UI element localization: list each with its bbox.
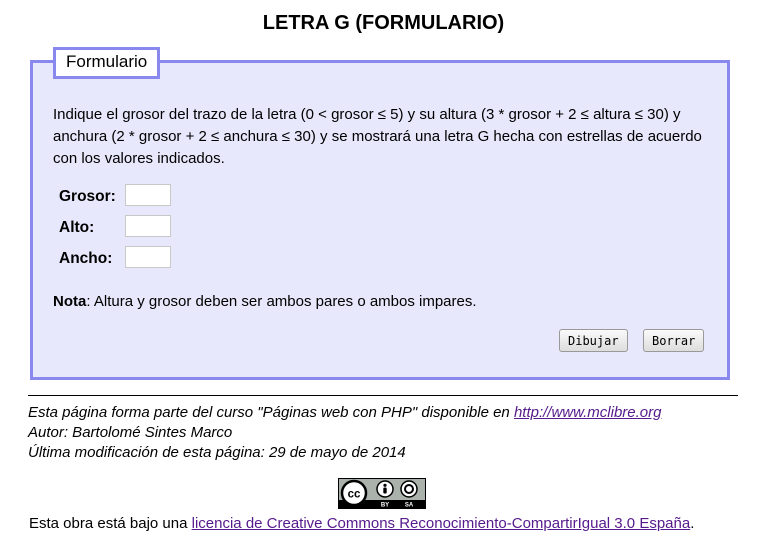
ancho-input[interactable] bbox=[125, 246, 171, 268]
license-prefix: Esta obra está bajo una bbox=[29, 515, 192, 532]
cc-badge-graphic: cc BY SA bbox=[339, 479, 425, 509]
dibujar-button[interactable]: Dibujar bbox=[559, 329, 628, 352]
grosor-label: Grosor: bbox=[59, 188, 116, 205]
alto-label: Alto: bbox=[59, 219, 95, 236]
footer-last-modified: Última modificación de esta página: 29 d… bbox=[28, 444, 406, 461]
note-text: : Altura y grosor deben ser ambos pares … bbox=[86, 293, 477, 310]
ancho-label: Ancho: bbox=[59, 250, 113, 267]
cc-sa-label: SA bbox=[405, 503, 414, 509]
footer-course-text: Esta página forma parte del curso "Págin… bbox=[28, 404, 514, 421]
svg-text:cc: cc bbox=[348, 489, 361, 501]
license-link[interactable]: licencia de Creative Commons Reconocimie… bbox=[192, 515, 691, 532]
note-label: Nota bbox=[53, 293, 87, 310]
license-line: Esta obra está bajo una licencia de Crea… bbox=[29, 515, 694, 532]
footer-author: Autor: Bartolomé Sintes Marco bbox=[28, 424, 233, 441]
grosor-input[interactable] bbox=[125, 184, 171, 206]
form-description: Indique el grosor del trazo de la letra … bbox=[53, 106, 702, 167]
cc-by-label: BY bbox=[381, 503, 389, 509]
page-title: LETRA G (FORMULARIO) bbox=[262, 12, 505, 34]
footer-divider bbox=[28, 395, 738, 396]
borrar-button[interactable]: Borrar bbox=[643, 329, 705, 352]
footer: Esta página forma parte del curso "Págin… bbox=[28, 403, 661, 463]
alto-input[interactable] bbox=[125, 215, 171, 237]
mclibre-link[interactable]: http://www.mclibre.org bbox=[514, 404, 662, 421]
cc-by-sa-icon[interactable]: cc BY SA bbox=[338, 478, 426, 509]
footer-course-line: Esta página forma parte del curso "Págin… bbox=[28, 403, 661, 423]
license-suffix: . bbox=[690, 515, 695, 532]
form-note: Nota: Altura y grosor deben ser ambos pa… bbox=[53, 293, 477, 310]
form-legend: Formulario bbox=[53, 47, 161, 79]
